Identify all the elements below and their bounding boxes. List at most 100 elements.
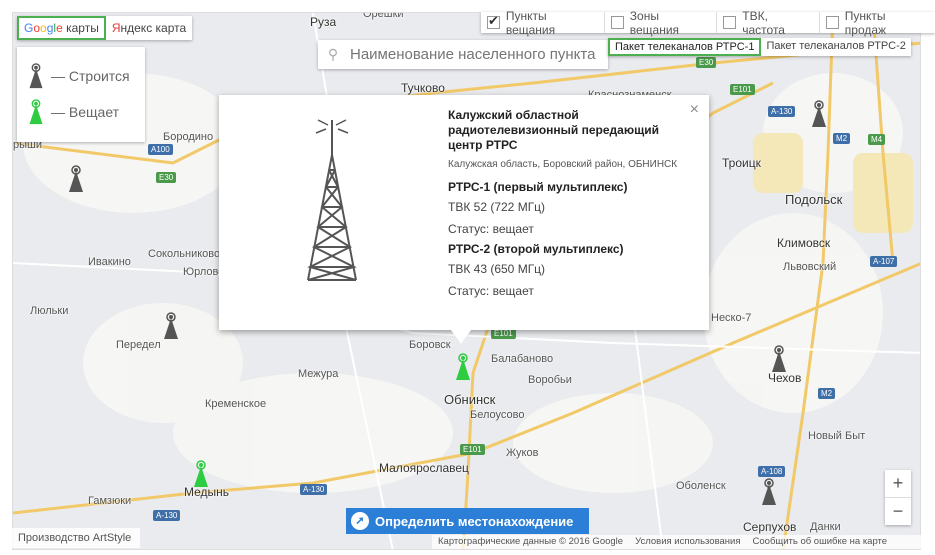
- producer-credit[interactable]: Производство ArtStyle: [12, 528, 140, 548]
- place-klimovsk: Климовск: [777, 236, 831, 250]
- tower-building-icon[interactable]: [810, 100, 828, 128]
- map-type-tabs: Google карты Яндекс карта: [17, 16, 193, 40]
- road-shield: E30: [156, 172, 177, 183]
- map-data-credit: Картографические данные © 2016 Google: [438, 536, 624, 547]
- filter-label: Пункты продаж: [844, 8, 887, 37]
- checkbox-checked[interactable]: [487, 13, 500, 29]
- legend-panel: — Строится — Вещает: [17, 47, 145, 142]
- road-shield: M2: [818, 388, 836, 399]
- road-shield: A-107: [870, 256, 898, 267]
- place-borodino: Бородино: [163, 131, 214, 143]
- place-obolenek: Оболенск: [676, 480, 726, 492]
- tower-illustration: [307, 119, 357, 281]
- zoom-out-button[interactable]: −: [885, 498, 911, 525]
- place-balabanovo: Балабаново: [491, 353, 554, 365]
- place-ivakino: Ивакино: [88, 256, 131, 268]
- place-tuchkovo: Тучково: [401, 81, 445, 95]
- report-error-link[interactable]: Сообщить об ошибке на карте: [753, 535, 888, 549]
- layer-filters: Пункты вещания Зоны вещания ТВК, частота…: [481, 9, 935, 37]
- place-chekhov: Чехов: [768, 371, 802, 385]
- tower-building-icon[interactable]: [770, 345, 788, 373]
- station-title: Калужский областной радиотелевизионный п…: [448, 108, 659, 152]
- place-serpukhov: Серпухов: [743, 520, 797, 534]
- place-belousovo: Белоусово: [470, 409, 525, 421]
- terms-link[interactable]: Условия использования: [635, 535, 740, 549]
- tower-building-icon[interactable]: [162, 312, 180, 340]
- mux1-channel: ТВК 52 (722 МГц): [448, 200, 546, 214]
- place-danki: Данки: [810, 521, 841, 533]
- locate-me-button[interactable]: ➚ Определить местонахождение: [346, 508, 589, 534]
- mux2-status: Статус: вещает: [448, 284, 534, 298]
- place-vorobi: Воробьи: [528, 374, 572, 386]
- mux2-channel: ТВК 43 (650 МГц): [448, 262, 546, 276]
- place-lvovsky: Львовский: [783, 261, 837, 273]
- package-tabs: Пакет телеканалов РТРС-1 Пакет телеканал…: [608, 38, 911, 56]
- place-lyulki: Люльки: [30, 305, 69, 317]
- place-maloyaroslavets: Малоярославец: [379, 461, 469, 475]
- search-box: ⚲: [318, 40, 608, 69]
- mux2-title: РТРС-2 (второй мультиплекс): [448, 242, 624, 256]
- road-shield: A-130: [300, 484, 328, 495]
- tab-package-rtrs2[interactable]: Пакет телеканалов РТРС-2: [761, 38, 910, 55]
- tower-broadcasting-icon: [29, 99, 43, 125]
- place-podolsk: Подольск: [785, 192, 843, 207]
- checkbox[interactable]: [723, 16, 737, 29]
- place-nesko7: Неско-7: [711, 312, 752, 324]
- zoom-in-button[interactable]: +: [885, 470, 911, 497]
- place-troitsk: Троицк: [722, 156, 761, 170]
- compass-icon: ➚: [351, 512, 369, 530]
- tower-building-icon: [29, 63, 43, 89]
- filter-label: ТВК, частота: [742, 8, 785, 37]
- mux1-title: РТРС-1 (первый мультиплекс): [448, 180, 628, 194]
- road-shield: A-130: [768, 106, 796, 117]
- place-oreshki: Орешки: [363, 12, 404, 20]
- place-ruza: Руза: [310, 15, 337, 29]
- filter-broadcast-points[interactable]: Пункты вещания: [481, 9, 605, 37]
- tower-broadcasting-icon[interactable]: [454, 353, 472, 381]
- station-address: Калужская область, Боровский район, ОБНИ…: [448, 159, 678, 170]
- road-shield: M4: [868, 134, 886, 145]
- place-kremenskoe: Кременское: [205, 398, 267, 410]
- filter-label: Пункты вещания: [505, 8, 556, 37]
- tab-google-suffix: карты: [62, 21, 99, 35]
- road-shield: A-108: [758, 466, 786, 477]
- search-input[interactable]: [348, 45, 602, 64]
- zoom-control: + −: [885, 470, 911, 525]
- place-sokolnikovo: Сокольниково: [148, 248, 221, 260]
- road-shield: A-130: [153, 510, 181, 521]
- tab-yandex-label: ндекс карта: [120, 21, 187, 35]
- road-shield: E30: [696, 57, 717, 68]
- legend-broadcasting-label: — Вещает: [51, 104, 120, 120]
- place-novy-byt: Новый Быт: [808, 430, 866, 442]
- place-gamzyuki: Гамзюки: [88, 495, 132, 507]
- place-borovsk: Боровск: [409, 339, 451, 351]
- mux1-status: Статус: вещает: [448, 222, 534, 236]
- search-icon: ⚲: [327, 46, 339, 62]
- yandex-logo-letter: Я: [111, 21, 121, 35]
- road-shield: E101: [730, 84, 755, 95]
- map-footer: Картографические данные © 2016 Google Ус…: [432, 535, 927, 549]
- road-shield: M2: [833, 133, 851, 144]
- filter-broadcast-zones[interactable]: Зоны вещания: [605, 9, 718, 37]
- station-info: Калужский областной радиотелевизионный п…: [448, 108, 688, 298]
- filter-sales-points[interactable]: Пункты продаж: [820, 9, 935, 37]
- tab-yandex-maps[interactable]: Яндекс карта: [106, 16, 192, 40]
- tab-google-maps[interactable]: Google карты: [17, 16, 106, 40]
- tower-building-icon[interactable]: [760, 478, 778, 506]
- place-zhukov: Жуков: [506, 447, 539, 459]
- station-info-popup: × Калужский областной радиотелевизионный…: [219, 95, 709, 344]
- filter-channel-frequency[interactable]: ТВК, частота: [717, 9, 820, 37]
- legend-building-label: — Строится: [51, 68, 130, 84]
- close-icon[interactable]: ×: [690, 101, 699, 119]
- place-peredel: Передел: [116, 339, 161, 351]
- tower-building-icon[interactable]: [67, 165, 85, 193]
- road-shield: E101: [460, 444, 485, 455]
- checkbox[interactable]: [825, 16, 839, 29]
- checkbox[interactable]: [610, 16, 624, 29]
- tower-broadcasting-icon[interactable]: [192, 460, 210, 488]
- road-shield: A100: [148, 144, 173, 155]
- filter-label: Зоны вещания: [629, 8, 680, 37]
- tab-package-rtrs1[interactable]: Пакет телеканалов РТРС-1: [608, 38, 762, 56]
- locate-me-label: Определить местонахождение: [375, 513, 574, 529]
- place-obninsk: Обнинск: [444, 392, 496, 407]
